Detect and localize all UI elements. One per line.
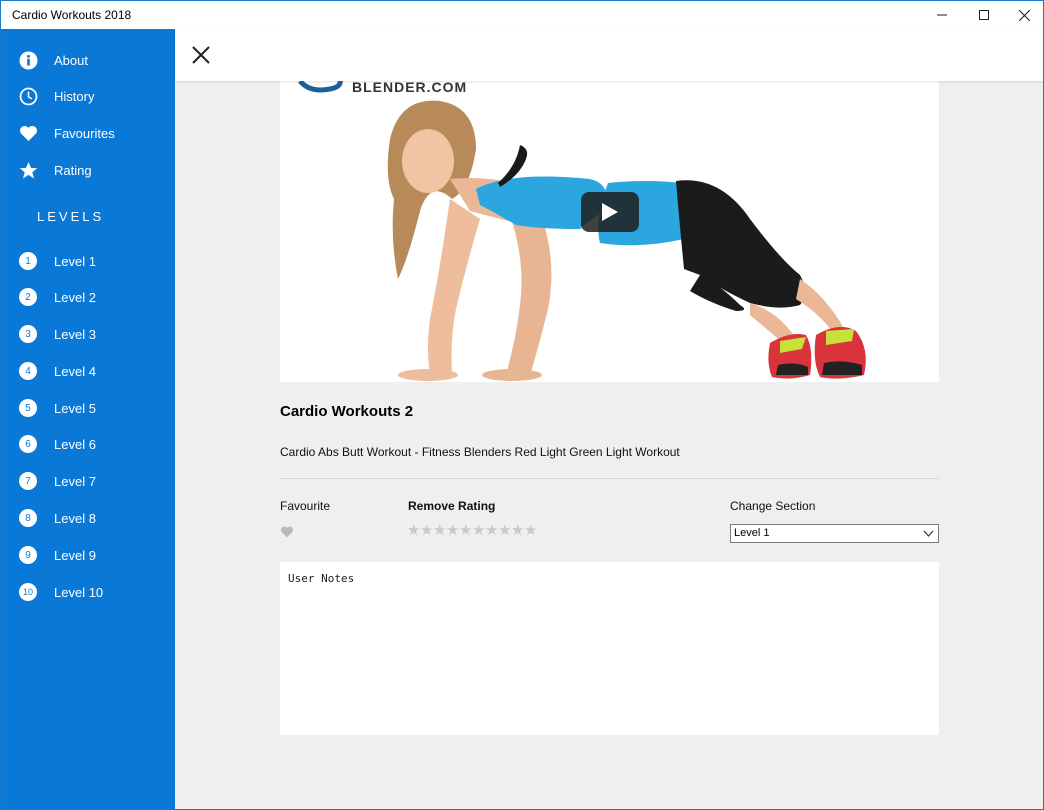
sidebar-item-label: Level 6 (54, 436, 96, 452)
sidebar-item-label: History (54, 88, 95, 104)
section-select[interactable]: Level 1 (730, 524, 939, 543)
sidebar-item-level-6[interactable]: 6 Level 6 (1, 426, 175, 462)
sidebar-item-label: Level 8 (54, 510, 96, 526)
close-window-button[interactable] (1001, 1, 1043, 29)
levels-heading: LEVELS (37, 209, 105, 224)
number-4-icon: 4 (18, 361, 38, 381)
sidebar-item-label: Level 2 (54, 289, 96, 305)
sidebar-item-level-8[interactable]: 8 Level 8 (1, 500, 175, 536)
play-icon (602, 203, 618, 221)
sidebar-item-label: Favourites (54, 125, 115, 141)
section-select-value: Level 1 (734, 527, 770, 539)
heart-icon (281, 526, 293, 538)
star-icon[interactable]: ★ (433, 523, 446, 538)
sidebar-item-label: Level 10 (54, 584, 104, 600)
sidebar-item-label: Level 4 (54, 363, 96, 379)
number-10-icon: 10 (18, 582, 38, 602)
sidebar-item-level-3[interactable]: 3 Level 3 (1, 316, 175, 352)
divider (280, 478, 939, 479)
rating-stars[interactable]: ★ ★ ★ ★ ★ ★ ★ ★ ★ ★ (407, 523, 537, 538)
star-icon[interactable]: ★ (420, 523, 433, 538)
sidebar-item-label: Rating (54, 162, 92, 178)
star-icon[interactable]: ★ (407, 523, 420, 538)
sidebar-item-level-5[interactable]: 5 Level 5 (1, 390, 175, 426)
sidebar-item-level-7[interactable]: 7 Level 7 (1, 463, 175, 499)
star-icon[interactable]: ★ (472, 523, 485, 538)
play-button[interactable] (581, 192, 639, 232)
star-icon[interactable]: ★ (498, 523, 511, 538)
star-icon[interactable]: ★ (485, 523, 498, 538)
number-7-icon: 7 (18, 471, 38, 491)
sidebar-item-history[interactable]: History (1, 78, 175, 114)
sidebar: About History Favourites Rating LEVELS 1… (1, 29, 175, 809)
top-bar (175, 29, 1043, 81)
heart-icon (18, 123, 38, 143)
workout-description: Cardio Abs Butt Workout - Fitness Blende… (280, 445, 680, 459)
video-brand-text: BLENDER.COM (352, 79, 468, 95)
number-1-icon: 1 (18, 251, 38, 271)
sidebar-item-label: Level 5 (54, 400, 96, 416)
sidebar-item-level-9[interactable]: 9 Level 9 (1, 537, 175, 573)
maximize-icon (979, 10, 989, 20)
change-section-label: Change Section (730, 499, 816, 513)
clock-icon (18, 86, 38, 106)
star-icon[interactable]: ★ (524, 523, 537, 538)
number-2-icon: 2 (18, 287, 38, 307)
sidebar-item-favourites[interactable]: Favourites (1, 115, 175, 151)
app-window: Cardio Workouts 2018 About History Favou… (0, 0, 1044, 810)
sidebar-item-about[interactable]: About (1, 42, 175, 78)
video-player[interactable]: BLENDER.COM (280, 79, 939, 382)
number-6-icon: 6 (18, 434, 38, 454)
remove-rating-button[interactable]: Remove Rating (408, 499, 495, 513)
number-3-icon: 3 (18, 324, 38, 344)
info-icon (18, 50, 38, 70)
star-icon[interactable]: ★ (459, 523, 472, 538)
sidebar-item-level-2[interactable]: 2 Level 2 (1, 279, 175, 315)
user-notes-input[interactable] (280, 562, 939, 735)
sidebar-item-label: Level 3 (54, 326, 96, 342)
window-title: Cardio Workouts 2018 (12, 8, 132, 22)
number-8-icon: 8 (18, 508, 38, 528)
minimize-button[interactable] (919, 1, 965, 29)
workout-title: Cardio Workouts 2 (280, 403, 414, 420)
main-content: BLENDER.COM Cardio Workouts 2 Cardio Abs… (175, 29, 1043, 809)
sidebar-item-rating[interactable]: Rating (1, 152, 175, 188)
sidebar-item-label: Level 1 (54, 253, 96, 269)
number-9-icon: 9 (18, 545, 38, 565)
favourite-toggle[interactable] (280, 525, 294, 543)
star-icon[interactable]: ★ (446, 523, 459, 538)
sidebar-item-label: About (54, 52, 88, 68)
sidebar-item-label: Level 7 (54, 473, 96, 489)
minimize-icon (937, 14, 947, 16)
star-icon[interactable]: ★ (511, 523, 524, 538)
close-detail-button[interactable] (191, 45, 211, 65)
sidebar-item-level-1[interactable]: 1 Level 1 (1, 243, 175, 279)
chevron-down-icon (923, 530, 934, 537)
number-5-icon: 5 (18, 398, 38, 418)
favourite-label: Favourite (280, 499, 331, 513)
sidebar-item-level-10[interactable]: 10 Level 10 (1, 574, 175, 610)
star-icon (18, 160, 38, 180)
close-icon (1018, 9, 1030, 21)
title-bar: Cardio Workouts 2018 (1, 1, 1043, 29)
sidebar-item-label: Level 9 (54, 547, 96, 563)
sidebar-item-level-4[interactable]: 4 Level 4 (1, 353, 175, 389)
close-icon (192, 46, 210, 64)
